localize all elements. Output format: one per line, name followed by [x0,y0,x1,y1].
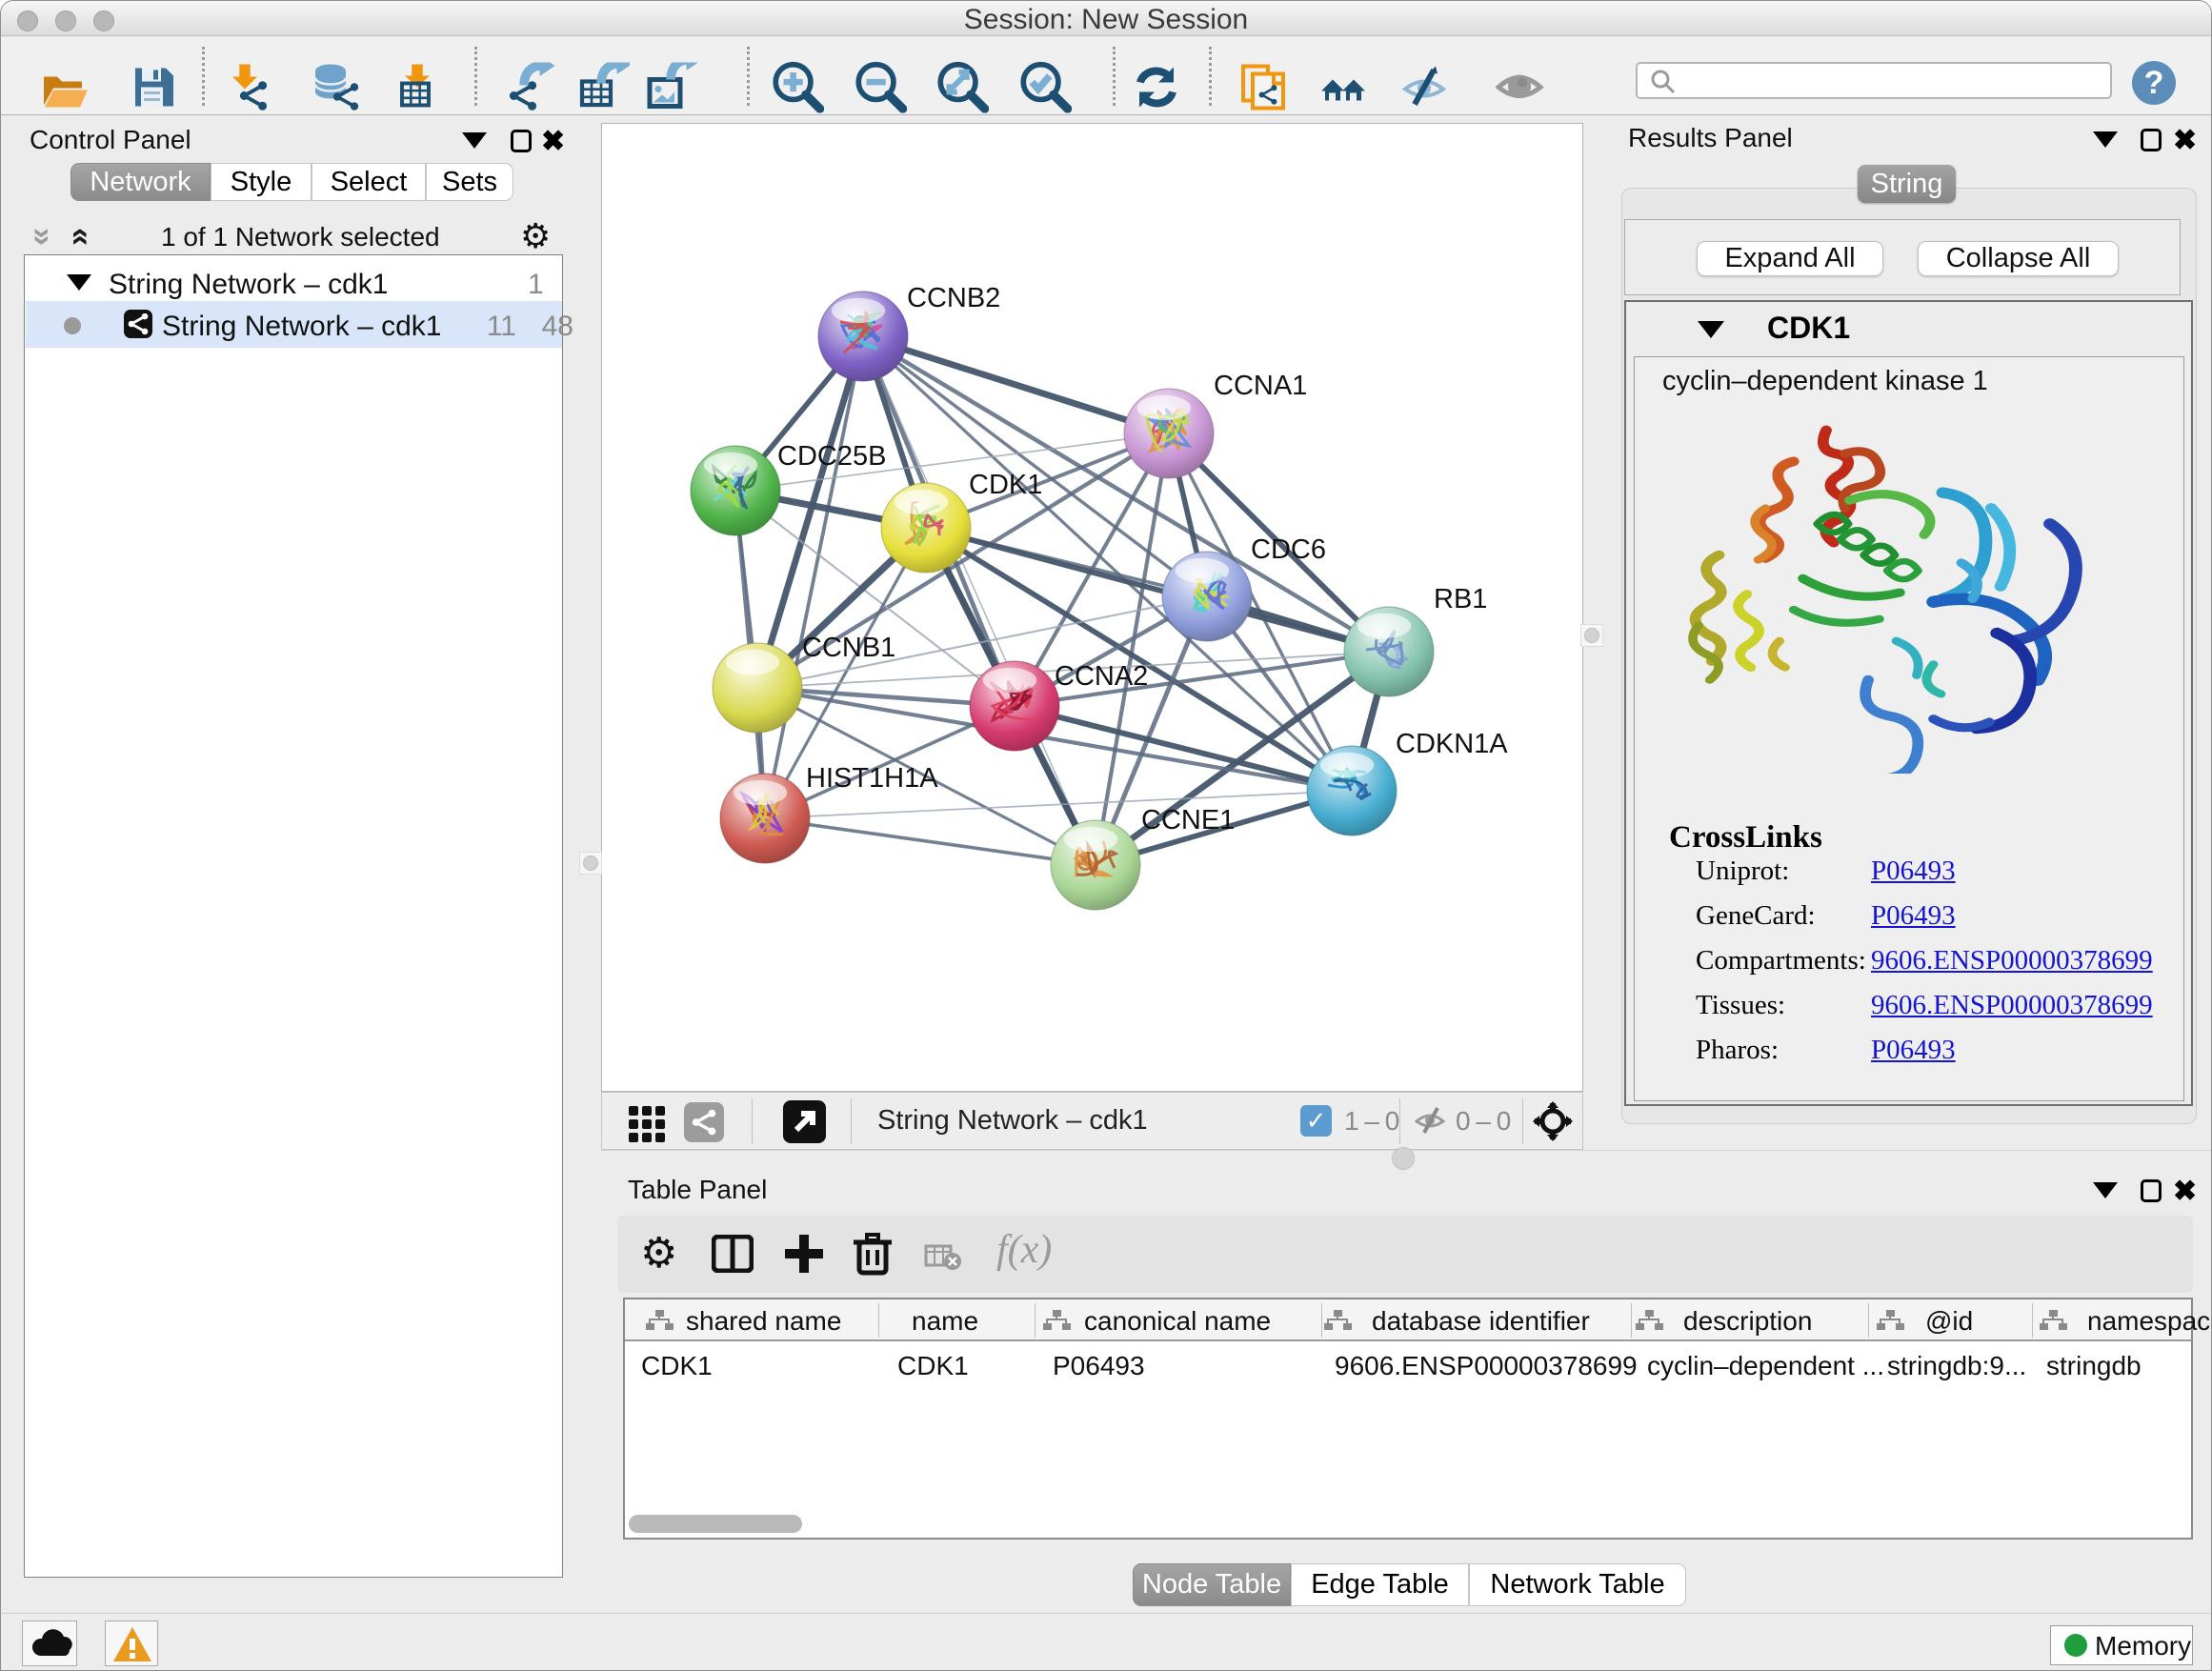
svg-text:CDC6: CDC6 [1251,534,1326,565]
svg-text:CDKN1A: CDKN1A [1396,729,1508,759]
svg-text:CDK1: CDK1 [969,470,1042,500]
svg-text:RB1: RB1 [1434,584,1487,614]
svg-text:CDC25B: CDC25B [777,441,886,472]
svg-text:HIST1H1A: HIST1H1A [806,763,938,794]
svg-text:CCNB2: CCNB2 [907,283,1000,313]
svg-text:CCNA2: CCNA2 [1055,661,1148,692]
svg-text:CCNE1: CCNE1 [1141,805,1235,836]
svg-text:CCNA1: CCNA1 [1214,371,1307,401]
svg-text:CCNB1: CCNB1 [802,633,895,663]
